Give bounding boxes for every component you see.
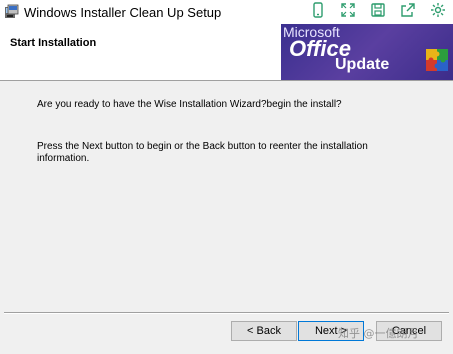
overlay-toolbar	[303, 0, 453, 22]
page-title: Start Installation	[10, 37, 97, 49]
window-title: Windows Installer Clean Up Setup	[24, 5, 222, 20]
save-icon[interactable]	[363, 0, 393, 20]
wizard-header: Start Installation Microsoft Office Upda…	[0, 24, 453, 81]
office-update-banner: Microsoft Office Update	[281, 24, 453, 80]
instruction-text: Press the Next button to begin or the Ba…	[37, 141, 368, 164]
footer-divider	[4, 312, 449, 314]
prompt-text: Are you ready to have the Wise Installat…	[37, 99, 342, 110]
fullscreen-icon[interactable]	[333, 0, 363, 20]
puzzle-icon	[426, 49, 448, 71]
settings-icon[interactable]	[423, 0, 453, 20]
title-bar: Windows Installer Clean Up Setup	[0, 0, 453, 24]
banner-line3: Update	[335, 56, 390, 73]
installer-app-icon	[5, 4, 19, 18]
share-icon[interactable]	[393, 0, 423, 20]
wizard-body: Are you ready to have the Wise Installat…	[0, 82, 453, 312]
phone-icon[interactable]	[303, 0, 333, 20]
back-button[interactable]: < Back	[231, 321, 297, 341]
watermark: 知乎 @一億朗月	[338, 327, 419, 340]
